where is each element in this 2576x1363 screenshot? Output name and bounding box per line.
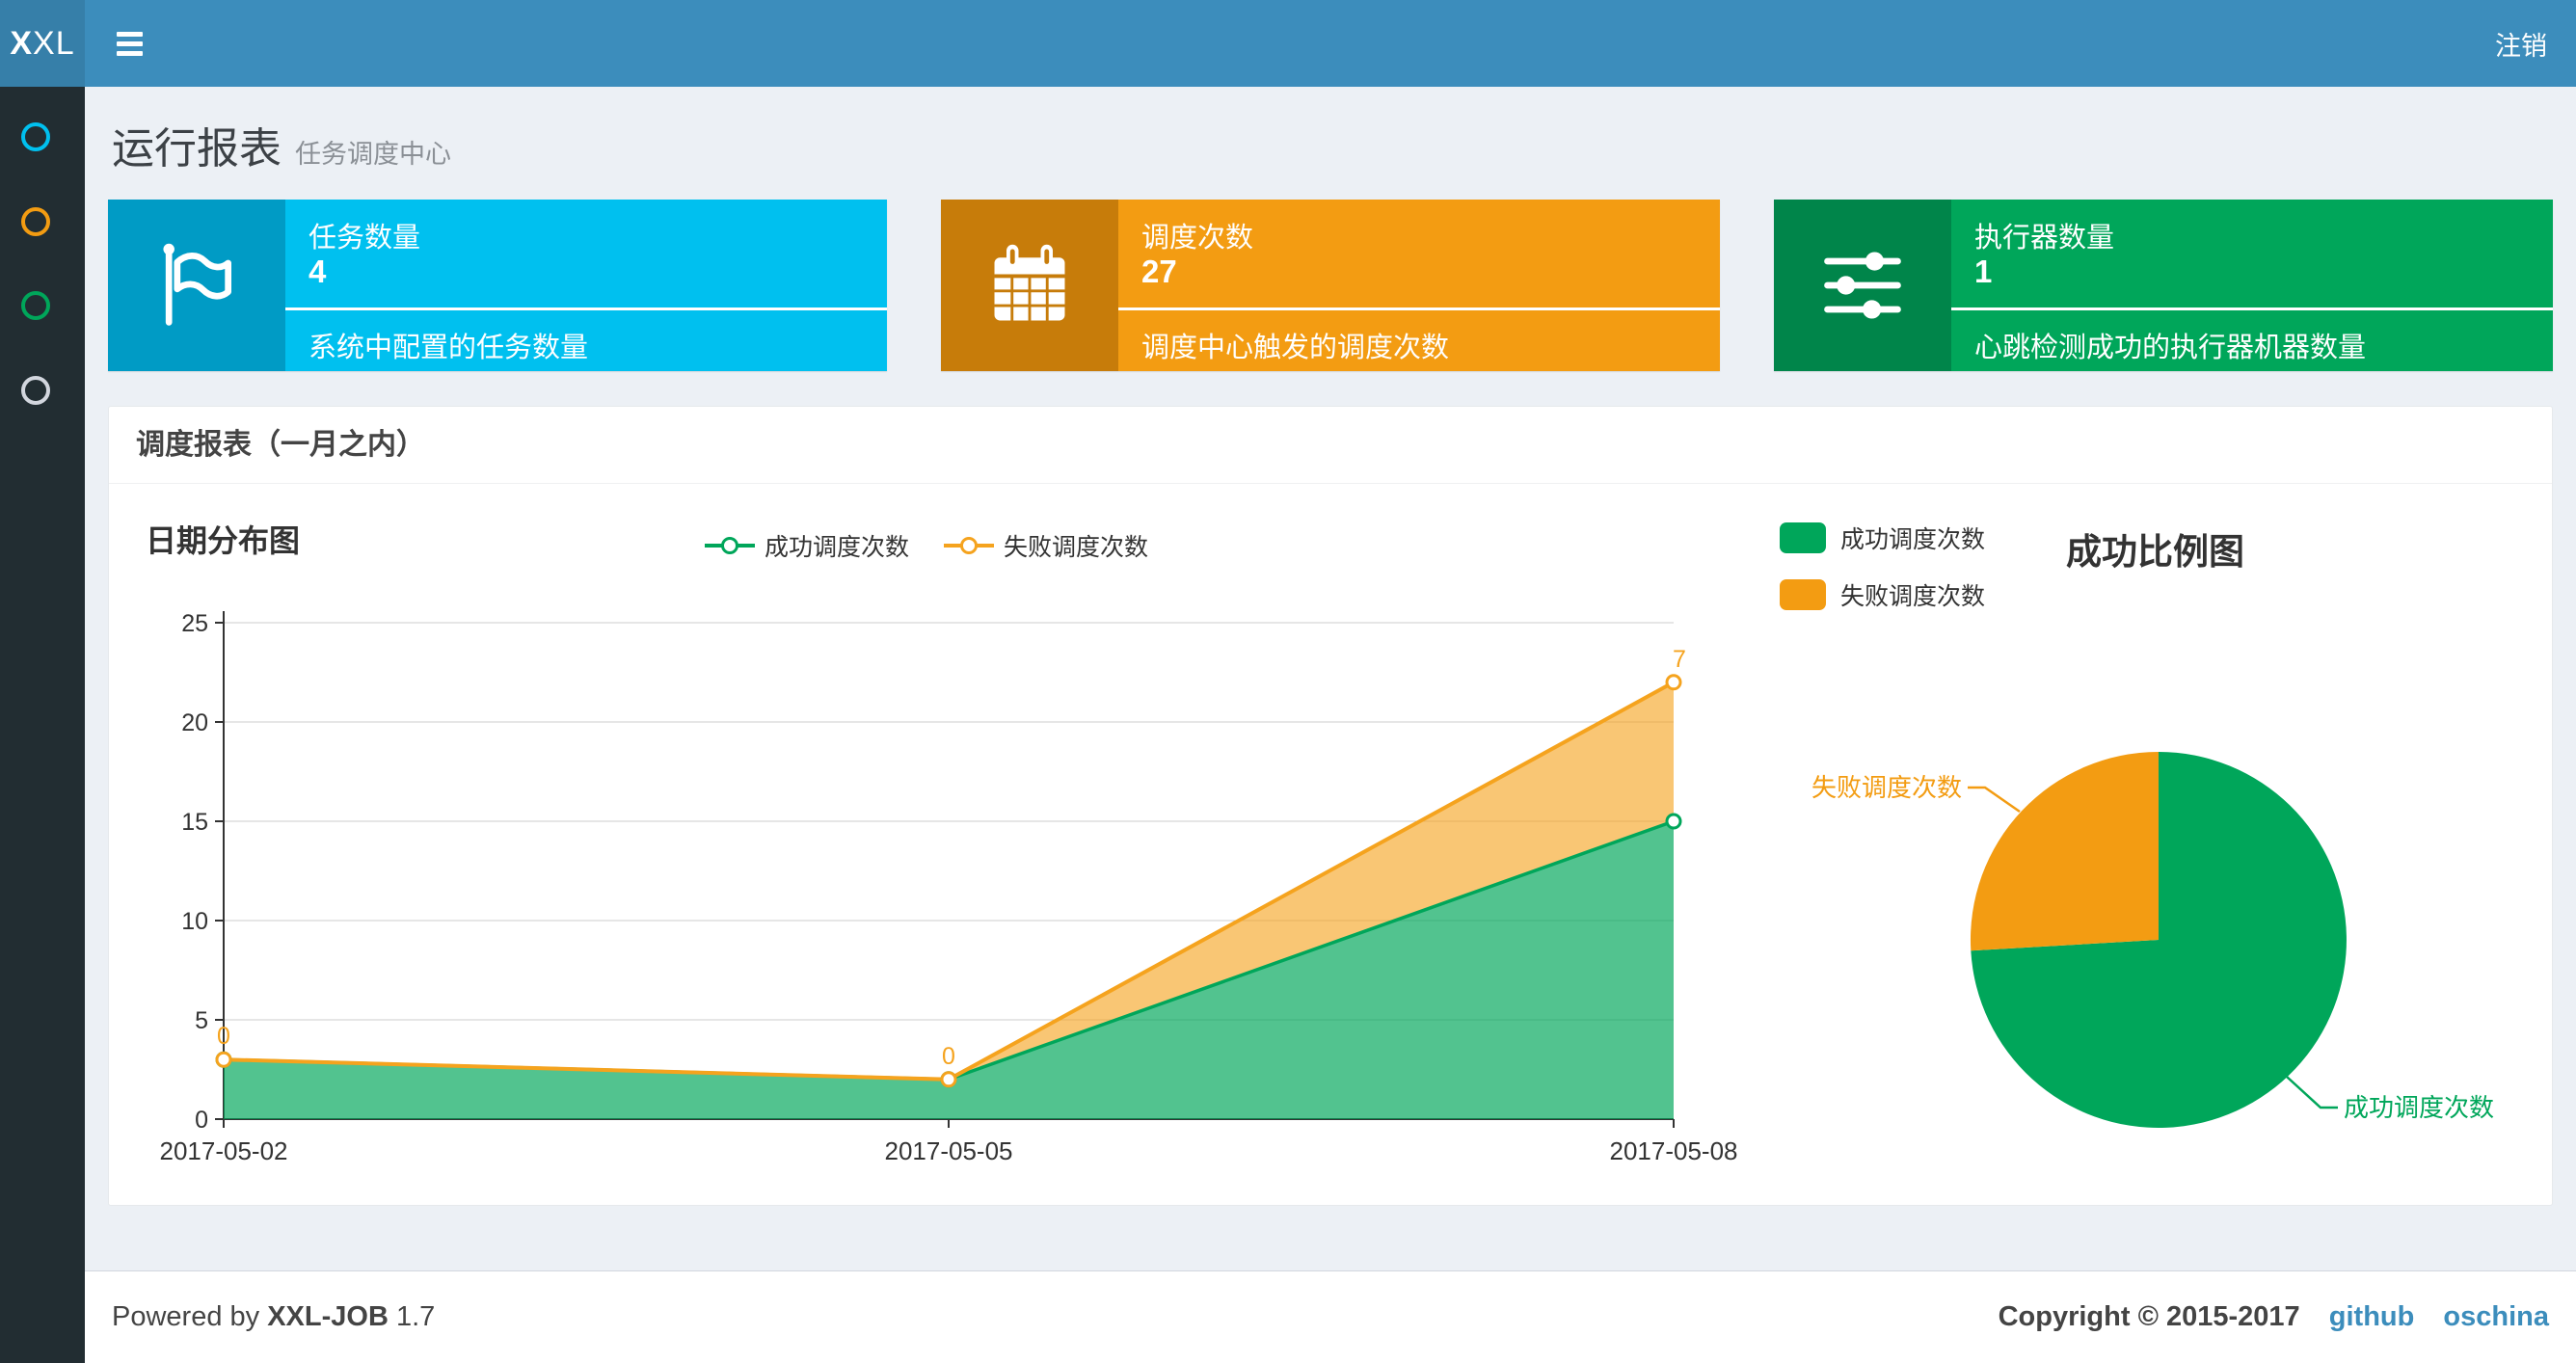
hamburger-icon [116, 31, 143, 37]
page-title: 运行报表 [112, 125, 282, 173]
line-chart-title: 日期分布图 [146, 523, 301, 558]
svg-text:0: 0 [217, 1023, 230, 1050]
top-navbar: X XL 注销 [0, 0, 2576, 87]
line-chart-legend: 成功调度次数 失败调度次数 [705, 528, 1148, 563]
info-box-description: 系统中配置的任务数量 [309, 333, 589, 363]
svg-text:0: 0 [942, 1043, 955, 1070]
info-box-executors: 执行器数量 1 心跳检测成功的执行器机器数量 [1774, 200, 2553, 371]
svg-text:10: 10 [181, 908, 208, 935]
info-box-title: 调度次数 [1141, 223, 1254, 254]
line-marker-icon [944, 536, 995, 555]
svg-text:20: 20 [181, 709, 208, 736]
legend-label: 成功调度次数 [765, 534, 910, 561]
legend-label: 失败调度次数 [1004, 534, 1149, 561]
logout-link[interactable]: 注销 [2495, 0, 2547, 87]
divider [285, 307, 887, 310]
app-logo[interactable]: X XL [0, 0, 85, 87]
svg-text:2017-05-02: 2017-05-02 [160, 1136, 288, 1165]
sidebar [0, 87, 85, 1363]
svg-text:5: 5 [195, 1007, 208, 1034]
copyright-text: Copyright © 2015-2017 [1998, 1301, 2300, 1332]
svg-text:7: 7 [1673, 646, 1686, 673]
calendar-icon [941, 200, 1118, 371]
svg-text:失败调度次数: 失败调度次数 [1811, 773, 1962, 802]
info-box-value: 1 [1974, 254, 1993, 289]
svg-text:25: 25 [181, 610, 208, 637]
github-link[interactable]: github [2329, 1301, 2415, 1332]
info-box-title: 任务数量 [309, 223, 421, 254]
product-name: XXL-JOB [267, 1301, 389, 1332]
svg-text:2017-05-08: 2017-05-08 [1610, 1136, 1738, 1165]
info-box-description: 调度中心触发的调度次数 [1141, 333, 1450, 363]
date-distribution-area-chart: 05101520252017-05-02 2017-05-05 2017-05-08… [160, 610, 1738, 1165]
logo-rest: XL [33, 24, 75, 62]
info-box-jobs: 任务数量 4 系统中配置的任务数量 [108, 200, 887, 371]
page-subtitle: 任务调度中心 [295, 140, 451, 169]
info-box-value: 27 [1141, 254, 1177, 289]
legend-item-success[interactable]: 成功调度次数 [705, 528, 909, 563]
sidebar-item-1 circle-icon[interactable] [21, 122, 50, 151]
svg-text:0: 0 [195, 1107, 208, 1134]
info-box-value: 4 [309, 254, 327, 289]
sidebar-toggle-button[interactable] [100, 0, 158, 87]
legend-item-fail[interactable]: 失败调度次数 [944, 528, 1148, 563]
divider [1951, 307, 2553, 310]
sidebar-item-3 circle-icon[interactable] [21, 291, 50, 320]
product-version: 1.7 [395, 1301, 436, 1332]
info-box-description: 心跳检测成功的执行器机器数量 [1974, 333, 2367, 363]
panel-title: 调度报表（一月之内） [109, 407, 2552, 484]
sidebar-item-4 circle-icon[interactable] [21, 376, 50, 405]
line-marker-icon [705, 536, 755, 555]
logo-bold-letter: X [10, 24, 34, 62]
sidebar-item-2 circle-icon[interactable] [21, 207, 50, 236]
footer-powered-by: Powered by XXL-JOB 1.7 [112, 1301, 436, 1332]
svg-text:15: 15 [181, 809, 208, 836]
svg-text:2017-05-05: 2017-05-05 [885, 1136, 1013, 1165]
flag-icon [108, 200, 285, 371]
page-header: 运行报表 任务调度中心 [112, 114, 451, 175]
success-ratio-pie-chart: 失败调度次数成功调度次数 [1811, 752, 2494, 1128]
report-panel: 调度报表（一月之内） 日期分布图 成功调度次数 失败调度次数 0 5 10 15 20 2… [108, 406, 2553, 1206]
divider [1118, 307, 1720, 310]
footer-right: Copyright © 2015-2017 github oschina [1999, 1301, 2549, 1333]
svg-text:成功调度次数: 成功调度次数 [2344, 1093, 2494, 1122]
sliders-icon [1774, 200, 1951, 371]
info-box-triggers: 调度次数 27 调度中心触发的调度次数 [941, 200, 1720, 371]
page-footer: Powered by XXL-JOB 1.7 Copyright © 2015-… [85, 1270, 2576, 1363]
info-box-title: 执行器数量 [1974, 223, 2115, 254]
oschina-link[interactable]: oschina [2443, 1301, 2549, 1332]
app-root: X XL 注销 运行报表 任务调度中心 任务数量 4 系统中配置的任务数量 调度… [0, 0, 2576, 1363]
